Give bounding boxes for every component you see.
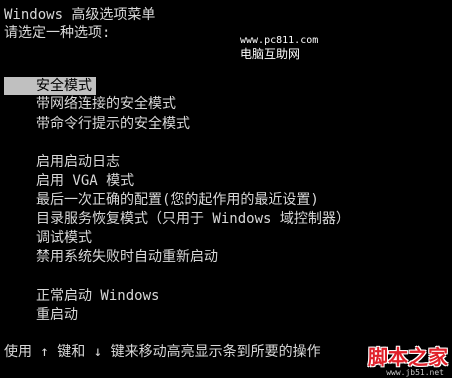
menu-item-disable-auto-restart[interactable]: 禁用系统失败时自动重新启动 <box>36 248 218 266</box>
menu-title: Windows 高级选项菜单 <box>4 7 156 23</box>
menu-item-reboot[interactable]: 重启动 <box>36 306 78 324</box>
menu-item-debugging-mode[interactable]: 调试模式 <box>36 229 92 247</box>
menu-prompt: 请选定一种选项: <box>4 25 111 41</box>
corner-url: www.jb51.net <box>386 368 444 377</box>
navigation-instructions: 使用 ↑ 键和 ↓ 键来移动高亮显示条到所要的操作 <box>4 344 321 360</box>
watermark-site: www.pc811.com <box>240 35 319 46</box>
menu-item-last-known-good[interactable]: 最后一次正确的配置(您的起作用的最近设置) <box>36 191 319 209</box>
menu-item-safe-mode[interactable]: 安全模式 <box>4 77 96 95</box>
menu-item-vga-mode[interactable]: 启用 VGA 模式 <box>36 172 134 190</box>
menu-item-boot-logging[interactable]: 启用启动日志 <box>36 153 120 171</box>
menu-item-directory-services-restore[interactable]: 目录服务恢复模式（只用于 Windows 域控制器） <box>36 210 350 228</box>
corner-logo: 脚本之家 <box>368 345 448 369</box>
menu-item-safe-mode-command-prompt[interactable]: 带命令行提示的安全模式 <box>36 115 190 133</box>
watermark-name: 电脑互助网 <box>240 47 301 61</box>
boot-menu-screen: Windows 高级选项菜单 请选定一种选项: www.pc811.com 电脑… <box>0 0 452 378</box>
menu-item-safe-mode-networking[interactable]: 带网络连接的安全模式 <box>36 95 176 113</box>
menu-item-start-normally[interactable]: 正常启动 Windows <box>36 287 159 305</box>
